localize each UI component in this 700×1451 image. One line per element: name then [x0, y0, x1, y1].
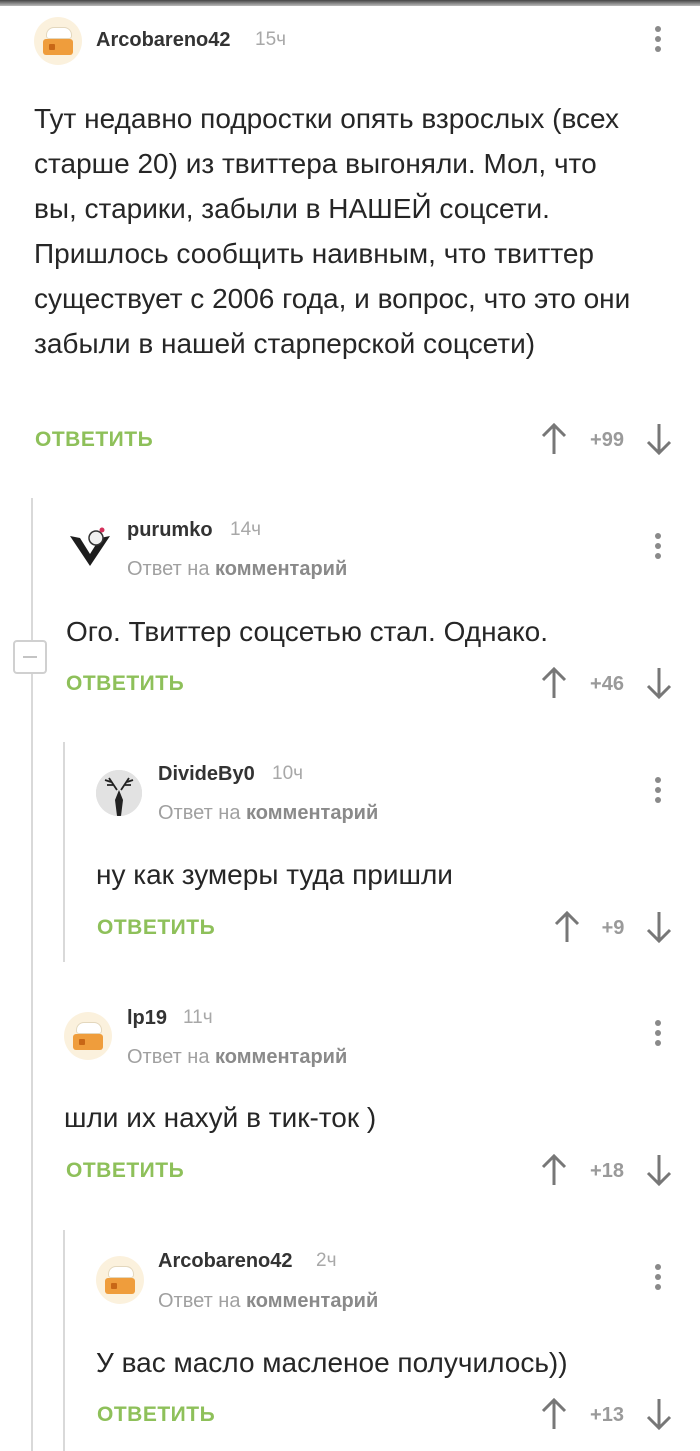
top-edge [0, 0, 700, 6]
comment-author[interactable]: DivideBy0 [158, 763, 255, 786]
reply-to-label: Ответ на комментарий [158, 1290, 379, 1312]
upvote-arrow-icon[interactable] [540, 666, 568, 700]
thread-line [63, 742, 65, 962]
comment-score: +46 [590, 673, 624, 695]
comment-time: 14ч [230, 519, 262, 540]
more-menu-icon[interactable] [653, 1020, 663, 1050]
downvote-arrow-icon[interactable] [645, 1153, 673, 1187]
upvote-arrow-icon[interactable] [540, 422, 568, 456]
deer-icon [96, 770, 142, 816]
comment-author[interactable]: purumko [127, 519, 213, 542]
comment-score: +9 [601, 917, 625, 939]
collapse-thread-button[interactable] [13, 640, 47, 674]
logo-icon [70, 527, 110, 566]
reply-button[interactable]: ОТВЕТИТЬ [97, 1403, 215, 1427]
reply-to-link[interactable]: комментарий [246, 1290, 378, 1312]
avatar[interactable] [96, 1256, 144, 1304]
avatar[interactable] [66, 522, 114, 570]
comment-text: У вас масло масленое получилось)) [96, 1347, 568, 1378]
reply-button[interactable]: ОТВЕТИТЬ [35, 428, 153, 452]
thread-line [63, 1230, 65, 1451]
downvote-arrow-icon[interactable] [645, 1397, 673, 1431]
reply-button[interactable]: ОТВЕТИТЬ [97, 916, 215, 940]
avatar[interactable] [64, 1012, 112, 1060]
comment-text: ну как зумеры туда пришли [96, 859, 453, 890]
upvote-arrow-icon[interactable] [540, 1397, 568, 1431]
upvote-arrow-icon[interactable] [540, 1153, 568, 1187]
reply-to-label: Ответ на комментарий [158, 802, 379, 824]
comment-score: +13 [590, 1404, 624, 1426]
reply-to-link[interactable]: комментарий [215, 1046, 347, 1068]
downvote-arrow-icon[interactable] [645, 666, 673, 700]
comment-time: 11ч [183, 1007, 213, 1028]
reply-to-link[interactable]: комментарий [246, 802, 378, 824]
comment-score: +99 [590, 429, 624, 451]
more-menu-icon[interactable] [653, 777, 663, 807]
downvote-arrow-icon[interactable] [645, 910, 673, 944]
reply-button[interactable]: ОТВЕТИТЬ [66, 1159, 184, 1183]
reply-to-label: Ответ на комментарий [127, 1046, 348, 1068]
avatar[interactable] [34, 17, 82, 65]
comment-time: 10ч [272, 763, 304, 784]
comment-text: шли их нахуй в тик-ток ) [64, 1102, 377, 1133]
comment-author[interactable]: Arcobareno42 [158, 1250, 293, 1273]
more-menu-icon[interactable] [653, 1264, 663, 1294]
reply-to-label: Ответ на комментарий [127, 558, 348, 580]
comment-time: 2ч [316, 1250, 337, 1271]
more-menu-icon[interactable] [653, 533, 663, 563]
reply-to-link[interactable]: комментарий [215, 558, 347, 580]
reply-button[interactable]: ОТВЕТИТЬ [66, 672, 184, 696]
comment-time: 15ч [255, 29, 287, 50]
avatar[interactable] [96, 770, 142, 816]
downvote-arrow-icon[interactable] [645, 422, 673, 456]
comment-author[interactable]: lp19 [127, 1007, 167, 1030]
comment-author[interactable]: Arcobareno42 [96, 29, 231, 52]
comment-text: Ого. Твиттер соцсетью стал. Однако. [66, 616, 549, 647]
comment-score: +18 [590, 1160, 624, 1182]
upvote-arrow-icon[interactable] [553, 910, 581, 944]
comment-text: Тут недавно подростки опять взрослых (вс… [34, 103, 631, 359]
more-menu-icon[interactable] [653, 26, 663, 56]
